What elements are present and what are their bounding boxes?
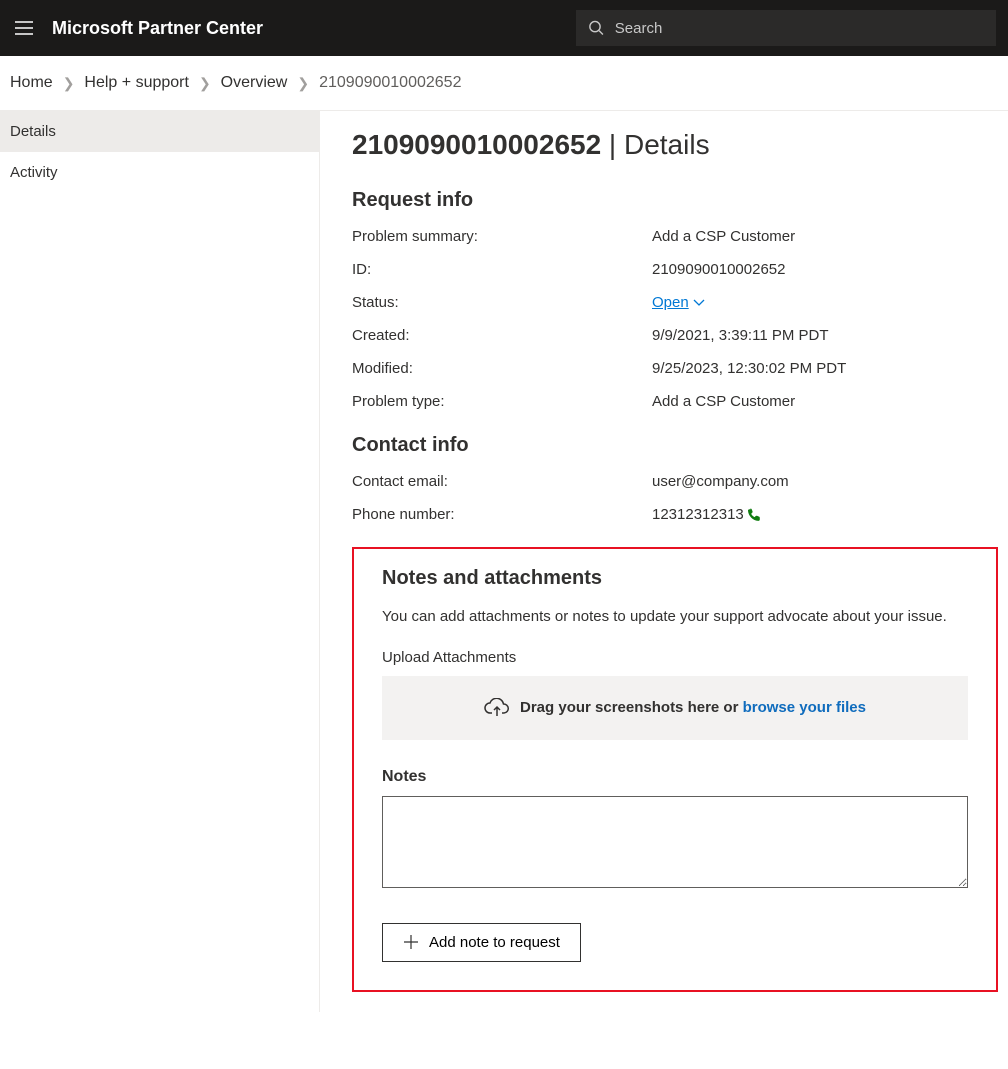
chevron-right-icon: ❯	[63, 75, 75, 92]
upload-dropzone[interactable]: Drag your screenshots here or browse you…	[382, 676, 968, 740]
breadcrumb-help-support[interactable]: Help + support	[84, 74, 189, 92]
request-info-grid: Problem summary: Add a CSP Customer ID: …	[352, 228, 998, 410]
search-icon	[588, 19, 605, 37]
chevron-right-icon: ❯	[297, 75, 309, 92]
add-note-button-label: Add note to request	[429, 934, 560, 951]
problem-summary-value: Add a CSP Customer	[652, 228, 998, 245]
sidenav-item-activity[interactable]: Activity	[0, 152, 319, 193]
contact-email-label: Contact email:	[352, 473, 652, 490]
breadcrumb-home[interactable]: Home	[10, 74, 53, 92]
status-value: Open	[652, 294, 689, 311]
add-note-button[interactable]: Add note to request	[382, 923, 581, 962]
browse-files-link[interactable]: browse your files	[743, 699, 866, 716]
notes-field-label: Notes	[382, 768, 968, 786]
problem-type-label: Problem type:	[352, 393, 652, 410]
modified-label: Modified:	[352, 360, 652, 377]
page-title-id: 2109090010002652	[352, 129, 601, 160]
content: 2109090010002652 | Details Request info …	[320, 111, 1008, 1012]
notes-attachments-section: Notes and attachments You can add attach…	[352, 547, 998, 992]
plus-icon	[403, 934, 419, 950]
brand-title: Microsoft Partner Center	[52, 18, 263, 39]
contact-email-value: user@company.com	[652, 473, 998, 490]
page-title: 2109090010002652 | Details	[352, 129, 998, 161]
breadcrumb-current: 2109090010002652	[319, 74, 461, 92]
search-wrap	[576, 10, 996, 46]
request-info-heading: Request info	[352, 189, 998, 212]
contact-info-grid: Contact email: user@company.com Phone nu…	[352, 473, 998, 523]
search-input[interactable]	[615, 20, 984, 37]
phone-wrap: 12312312313	[652, 506, 762, 523]
notes-heading: Notes and attachments	[382, 567, 968, 590]
status-dropdown[interactable]: Open	[652, 294, 705, 311]
phone-label: Phone number:	[352, 506, 652, 523]
topbar: Microsoft Partner Center	[0, 0, 1008, 56]
id-label: ID:	[352, 261, 652, 278]
sidenav-item-label: Activity	[10, 164, 58, 181]
dropzone-text: Drag your screenshots here or browse you…	[520, 699, 866, 716]
sidenav: Details Activity	[0, 111, 320, 1012]
phone-icon[interactable]	[746, 507, 762, 523]
chevron-down-icon	[693, 299, 705, 307]
created-label: Created:	[352, 327, 652, 344]
upload-attachments-label: Upload Attachments	[382, 649, 968, 666]
page-title-suffix: | Details	[601, 129, 709, 160]
notes-description: You can add attachments or notes to upda…	[382, 606, 968, 629]
problem-type-value: Add a CSP Customer	[652, 393, 998, 410]
phone-value: 12312312313	[652, 506, 744, 523]
created-value: 9/9/2021, 3:39:11 PM PDT	[652, 327, 998, 344]
notes-textarea[interactable]	[382, 796, 968, 888]
breadcrumb: Home ❯ Help + support ❯ Overview ❯ 21090…	[0, 56, 1008, 111]
chevron-right-icon: ❯	[199, 75, 211, 92]
problem-summary-label: Problem summary:	[352, 228, 652, 245]
cloud-upload-icon	[484, 698, 510, 718]
sidenav-item-label: Details	[10, 123, 56, 140]
status-label: Status:	[352, 294, 652, 311]
search-box[interactable]	[576, 10, 996, 46]
hamburger-icon	[15, 21, 33, 35]
hamburger-menu[interactable]	[12, 16, 36, 40]
id-value: 2109090010002652	[652, 261, 998, 278]
modified-value: 9/25/2023, 12:30:02 PM PDT	[652, 360, 998, 377]
breadcrumb-overview[interactable]: Overview	[221, 74, 288, 92]
main-layout: Details Activity 2109090010002652 | Deta…	[0, 111, 1008, 1012]
contact-info-heading: Contact info	[352, 434, 998, 457]
sidenav-item-details[interactable]: Details	[0, 111, 319, 152]
